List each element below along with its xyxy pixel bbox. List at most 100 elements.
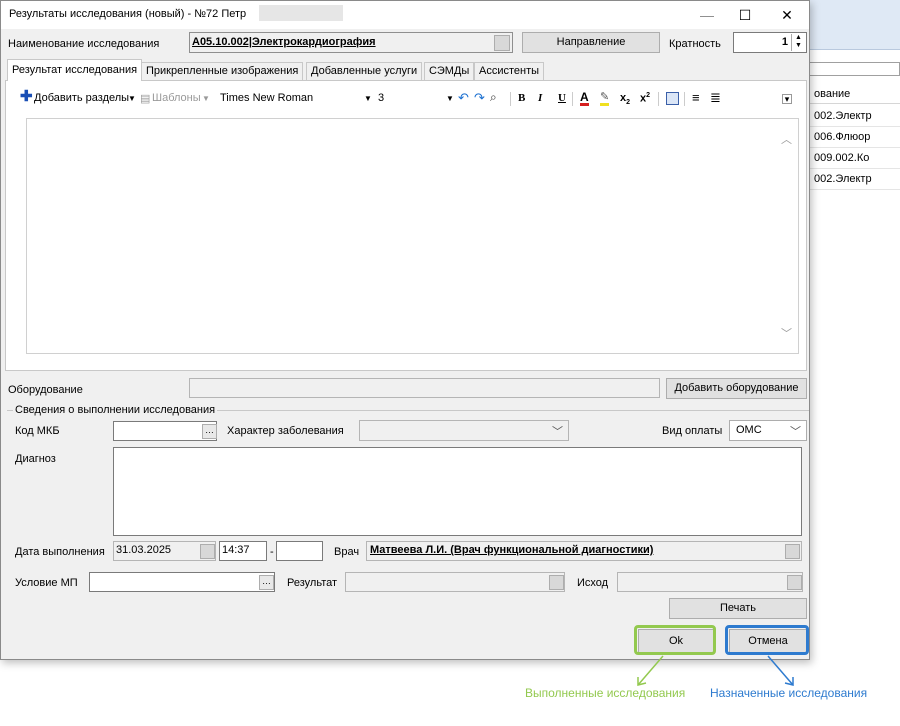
superscript-button[interactable]: x2 — [640, 92, 650, 105]
align-center-icon[interactable]: ≣ — [710, 90, 721, 106]
disease-nature-select[interactable]: ﹀ — [359, 420, 569, 441]
care-condition-label: Условие МП — [15, 577, 78, 589]
plus-icon[interactable]: ✚ — [20, 89, 33, 104]
result-text-editor[interactable]: ︿ ﹀ — [26, 118, 799, 354]
chevron-down-icon: ﹀ — [790, 426, 801, 438]
bold-button[interactable]: B — [518, 92, 525, 104]
time-from-input[interactable]: 14:37 — [219, 541, 267, 561]
redacted-name — [259, 5, 343, 21]
background-list-row[interactable]: 006.Флюор — [806, 127, 900, 148]
mkb-lookup-button[interactable]: … — [202, 424, 217, 439]
tab-study-result[interactable]: Результат исследования — [7, 59, 143, 81]
doctor-lookup-button[interactable] — [785, 544, 800, 559]
toolbar-divider — [510, 92, 511, 106]
equipment-field — [189, 378, 660, 398]
tab-attached-images[interactable]: Прикрепленные изображения — [141, 62, 304, 80]
font-color-button[interactable]: A — [580, 91, 589, 106]
background-list-row[interactable]: 009.002.Ко — [806, 148, 900, 169]
font-size-select[interactable]: 3 — [378, 92, 384, 104]
add-equipment-button[interactable]: Добавить оборудование — [666, 378, 807, 399]
doctor-field: Матвеева Л.И. (Врач функциональной диагн… — [366, 541, 802, 561]
cancel-arrow — [767, 655, 794, 686]
subscript-button[interactable]: x2 — [620, 92, 630, 106]
diagnosis-textarea[interactable] — [113, 447, 802, 536]
tab-assistants[interactable]: Ассистенты — [474, 62, 545, 80]
execution-info-caption: Сведения о выполнении исследования — [13, 404, 218, 416]
study-results-dialog: Результаты исследования (новый) - №72 Пе… — [0, 0, 810, 660]
title-bar: Результаты исследования (новый) - №72 Пе… — [1, 1, 809, 29]
close-button[interactable]: ✕ — [767, 1, 807, 29]
find-icon[interactable]: ⌕ — [490, 90, 497, 105]
editor-toolbar: ✚ Добавить разделы ▼ ▤ Шаблоны ▼ Times N… — [20, 89, 796, 110]
mkb-code-input[interactable]: … — [113, 421, 217, 441]
maximize-button[interactable]: ☐ — [725, 1, 765, 29]
calendar-icon[interactable] — [200, 544, 215, 559]
time-from-value: 14:37 — [222, 544, 250, 556]
background-search-field[interactable] — [806, 62, 900, 76]
window-title: Результаты исследования (новый) - №72 Пе… — [9, 8, 247, 20]
redo-icon[interactable]: ↷ — [474, 90, 485, 106]
care-condition-input[interactable]: … — [89, 572, 275, 592]
time-to-input[interactable] — [276, 541, 323, 561]
chevron-down-icon[interactable]: ▼ — [128, 94, 136, 103]
spinner-icon[interactable]: ▲ ▼ — [791, 34, 805, 51]
cancel-highlight — [725, 625, 809, 655]
payment-type-select[interactable]: ОМС ﹀ — [729, 420, 807, 441]
print-button[interactable]: Печать — [669, 598, 807, 619]
time-range-dash: - — [270, 546, 274, 558]
align-left-icon[interactable]: ≡ — [692, 90, 700, 105]
tab-semd[interactable]: СЭМДы — [424, 62, 475, 80]
study-result-panel: ✚ Добавить разделы ▼ ▤ Шаблоны ▼ Times N… — [5, 80, 807, 371]
mkb-code-label: Код МКБ — [15, 425, 60, 437]
underline-button[interactable]: U — [558, 92, 566, 104]
toolbar-divider — [684, 92, 685, 106]
outcome-lookup-button[interactable] — [787, 575, 802, 590]
scroll-down-icon[interactable]: ﹀ — [781, 325, 792, 341]
ok-arrow — [637, 655, 664, 686]
outcome-field[interactable] — [617, 572, 803, 592]
background-list-row[interactable]: 002.Электр — [806, 106, 900, 127]
toolbar-overflow-icon[interactable]: ▾ — [782, 94, 792, 104]
payment-type-value: ОМС — [736, 424, 762, 436]
document-icon: ▤ — [140, 93, 151, 105]
doctor-label: Врач — [334, 546, 360, 558]
study-name-lookup-button[interactable] — [494, 35, 510, 51]
result-field[interactable] — [345, 572, 565, 592]
tab-added-services[interactable]: Добавленные услуги — [306, 62, 423, 80]
chevron-down-icon[interactable]: ▼ — [202, 94, 210, 103]
background-list-row[interactable]: 002.Электр — [806, 169, 900, 190]
care-condition-lookup-button[interactable]: … — [259, 575, 274, 590]
direction-button[interactable]: Направление — [522, 32, 660, 53]
font-name-select[interactable]: Times New Roman — [220, 92, 313, 104]
payment-type-label: Вид оплаты — [662, 425, 723, 437]
study-name-label: Наименование исследования — [8, 38, 160, 50]
image-icon[interactable] — [666, 92, 679, 105]
italic-button[interactable]: I — [538, 92, 542, 104]
multiplicity-label: Кратность — [669, 38, 721, 50]
doctor-value: Матвеева Л.И. (Врач функциональной диагн… — [370, 544, 654, 556]
execution-date-value: 31.03.2025 — [116, 544, 172, 556]
chevron-down-icon[interactable]: ▼ — [364, 94, 372, 103]
highlight-icon[interactable]: ✎ — [600, 92, 610, 106]
equipment-label: Оборудование — [8, 384, 83, 396]
execution-date-field[interactable]: 31.03.2025 — [113, 541, 216, 561]
chevron-down-icon: ﹀ — [552, 426, 563, 438]
result-lookup-button[interactable] — [549, 575, 564, 590]
diagnosis-label: Диагноз — [15, 453, 56, 465]
background-window-header — [800, 0, 900, 50]
background-column-header[interactable]: ование — [806, 84, 900, 104]
scroll-up-icon[interactable]: ︿ — [781, 131, 792, 147]
cancel-annotation: Назначенные исследования — [710, 686, 868, 700]
multiplicity-stepper[interactable]: 1 ▲ ▼ — [733, 32, 807, 53]
ok-annotation: Выполненные исследования — [525, 686, 686, 700]
study-name-field: A05.10.002|Электрокардиография — [189, 32, 513, 53]
minimize-button[interactable]: — — [687, 1, 727, 29]
toolbar-divider — [572, 92, 573, 106]
study-name-value: A05.10.002|Электрокардиография — [192, 36, 376, 48]
multiplicity-value: 1 — [781, 36, 788, 48]
chevron-down-icon[interactable]: ▼ — [446, 94, 454, 103]
undo-icon[interactable]: ↶ — [458, 90, 469, 106]
add-sections-button[interactable]: Добавить разделы — [34, 92, 129, 104]
toolbar-divider — [658, 92, 659, 106]
templates-button[interactable]: Шаблоны — [152, 92, 201, 104]
